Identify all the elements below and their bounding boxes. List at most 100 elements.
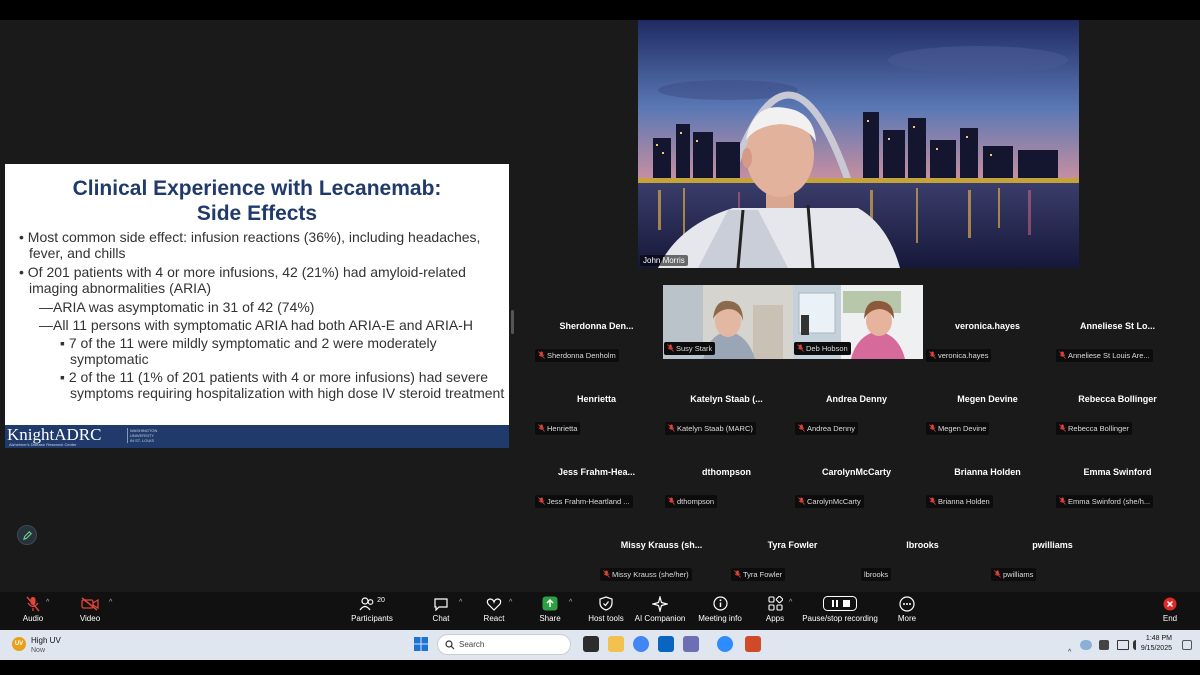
participants-icon <box>359 596 374 610</box>
host-tools-button[interactable]: Host tools <box>576 595 636 623</box>
participant-tile[interactable]: dthompson dthompson <box>664 461 789 529</box>
taskbar-clock[interactable]: 1:48 PM 9/15/2025 <box>1141 634 1172 654</box>
windows-taskbar: UV High UV Now Search ^ 1:48 PM 9/15/202… <box>0 630 1200 660</box>
participant-label: Tyra Fowler <box>731 568 786 581</box>
letterbox-bottom <box>0 660 1200 675</box>
end-meeting-button[interactable]: End <box>1140 595 1200 623</box>
more-button[interactable]: More <box>877 595 937 623</box>
video-label: Video <box>79 614 101 623</box>
ai-companion-button[interactable]: AI Companion <box>630 595 690 623</box>
apps-button[interactable]: Apps <box>745 595 805 623</box>
participant-label: Andrea Denny <box>795 422 858 435</box>
muted-mic-icon <box>929 497 936 505</box>
task-view-icon[interactable] <box>583 636 599 652</box>
audio-button[interactable]: Audio <box>3 595 63 623</box>
participant-label: Sherdonna Denholm <box>535 349 619 362</box>
pause-stop-icon <box>823 596 857 611</box>
powerpoint-icon[interactable] <box>745 636 761 652</box>
chat-icon <box>434 597 448 611</box>
muted-mic-icon <box>538 351 545 359</box>
meeting-info-button[interactable]: Meeting info <box>690 595 750 623</box>
pause-stop-recording-button[interactable]: Pause/stop recording <box>800 595 880 623</box>
meeting-stage: Clinical Experience with Lecanemab: Side… <box>0 20 1200 592</box>
shield-icon <box>599 596 613 611</box>
participant-label: Katelyn Staab (MARC) <box>665 422 756 435</box>
muted-mic-icon <box>798 497 805 505</box>
audio-label: Audio <box>22 614 44 623</box>
taskbar-search-box[interactable]: Search <box>437 634 571 655</box>
display-tray-icon[interactable] <box>1117 640 1129 650</box>
participant-tile[interactable]: Rebecca Bollinger Rebecca Bollinger <box>1055 388 1180 456</box>
participant-label: Rebecca Bollinger <box>1056 422 1132 435</box>
windows-logo-icon <box>414 637 428 651</box>
tray-overflow-icon[interactable]: ^ <box>1068 641 1076 656</box>
chrome-icon[interactable] <box>633 636 649 652</box>
participant-tile[interactable]: Sherdonna Den... Sherdonna Denholm <box>534 315 659 383</box>
end-label: End <box>1162 614 1178 623</box>
slide-sub-sub-bullet: ▪ 2 of the 11 (1% of 201 patients with 4… <box>60 369 505 401</box>
participant-tile[interactable]: Andrea Denny Andrea Denny <box>794 388 919 456</box>
participant-tile[interactable]: Henrietta Henrietta <box>534 388 659 456</box>
notification-bell-icon[interactable] <box>1182 640 1192 650</box>
participant-name: Henrietta <box>576 394 616 404</box>
participant-label: Missy Krauss (she/her) <box>600 568 692 581</box>
participant-label: Megen Devine <box>926 422 990 435</box>
participant-tile[interactable]: Katelyn Staab (... Katelyn Staab (MARC) <box>664 388 789 456</box>
muted-mic-icon <box>668 497 675 505</box>
participant-label: Susy Stark <box>664 342 716 355</box>
participant-name: Sherdonna Den... <box>559 321 634 331</box>
participants-label: Participants <box>351 614 393 623</box>
participant-tile[interactable]: Jess Frahm-Hea... Jess Frahm-Heartland .… <box>534 461 659 529</box>
participant-name: Brianna Holden <box>954 467 1021 477</box>
slide-title-line-2: Side Effects <box>196 202 318 225</box>
video-tile-deb[interactable]: Deb Hobson <box>793 285 923 359</box>
uv-sun-icon: UV <box>12 637 26 651</box>
react-heart-icon <box>486 597 502 611</box>
split-view-handle[interactable] <box>511 310 514 334</box>
participant-label-text: dthompson <box>677 497 715 506</box>
participant-tile[interactable]: CarolynMcCarty CarolynMcCarty <box>794 461 919 529</box>
participant-label: veronica.hayes <box>926 349 992 362</box>
slide-bullet: • Of 201 patients with 4 or more infusio… <box>19 264 466 296</box>
participants-button[interactable]: 20 Participants <box>342 595 402 623</box>
participant-tile[interactable]: Emma Swinford Emma Swinford (she/h... <box>1055 461 1180 529</box>
participant-tile[interactable]: Brianna Holden Brianna Holden <box>925 461 1050 529</box>
react-button[interactable]: React <box>464 595 524 623</box>
windows-start-button[interactable] <box>413 636 429 652</box>
active-speaker-video: John Morris <box>638 20 1079 268</box>
meeting-toolbar: Audio ^ Video ^ 20 Participants Chat ^ R… <box>0 592 1200 630</box>
muted-mic-icon <box>1059 497 1066 505</box>
microphone-tray-icon[interactable] <box>1099 640 1109 650</box>
pencil-icon <box>22 531 32 541</box>
weather-widget[interactable]: UV High UV Now <box>10 634 90 656</box>
search-placeholder: Search <box>459 640 485 649</box>
weather-subtitle: Now <box>31 647 46 654</box>
teams-icon[interactable] <box>683 636 699 652</box>
participant-name: Jess Frahm-Hea... <box>557 467 636 477</box>
chat-label: Chat <box>432 614 450 623</box>
outlook-icon[interactable] <box>658 636 674 652</box>
participant-name: Katelyn Staab (... <box>690 394 763 404</box>
participant-tile[interactable]: Megen Devine Megen Devine <box>925 388 1050 456</box>
muted-mic-icon <box>994 570 1001 578</box>
participant-label-text: Anneliese St Louis Are... <box>1068 351 1150 360</box>
more-icon <box>899 595 915 612</box>
participant-label: dthompson <box>665 495 718 508</box>
participant-tile[interactable]: Anneliese St Lo... Anneliese St Louis Ar… <box>1055 315 1180 383</box>
participant-tile[interactable]: veronica.hayes veronica.hayes <box>925 315 1050 383</box>
annotate-button[interactable] <box>17 525 37 545</box>
video-tile-susy[interactable]: Susy Stark <box>663 285 793 359</box>
participant-label: Emma Swinford (she/h... <box>1056 495 1154 508</box>
participant-label-text: Missy Krauss (she/her) <box>612 570 689 579</box>
onedrive-icon[interactable] <box>1080 640 1092 650</box>
zoom-icon[interactable] <box>717 636 733 652</box>
participant-label-text: Jess Frahm-Heartland ... <box>547 497 630 506</box>
muted-mic-icon <box>734 570 741 578</box>
participant-label-text: lbrooks <box>864 570 889 579</box>
slide-sub-bullet: —ARIA was asymptomatic in 31 of 42 (74%) <box>39 299 315 315</box>
file-explorer-icon[interactable] <box>608 636 624 652</box>
participant-label-text: Andrea Denny <box>807 424 855 433</box>
participant-label-text: Megen Devine <box>938 424 987 433</box>
participant-label-text: Sherdonna Denholm <box>547 351 616 360</box>
participant-name: pwilliams <box>1032 540 1073 550</box>
